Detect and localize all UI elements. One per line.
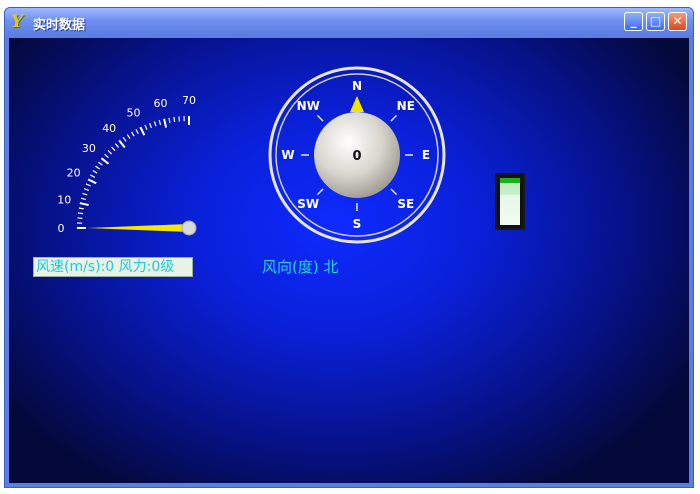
gauge-minor-tick (85, 183, 91, 187)
gauge-tick-label: 0 (58, 222, 65, 235)
gauge-minor-tick (104, 153, 109, 159)
compass-direction-label: W (281, 148, 294, 162)
gauge-minor-tick (78, 207, 84, 210)
gauge-minor-tick (122, 137, 127, 142)
gauge-minor-tick (90, 174, 96, 178)
app-window: Y 实时数据 _ □ ✕ 0 10 20 30 40 50 60 70 N NE… (4, 7, 694, 488)
compass-pointer (350, 96, 364, 112)
gauge-major-tick (79, 202, 89, 207)
wind-direction-compass: N NE E SE S SW W NW 0 (268, 66, 446, 244)
close-button[interactable]: ✕ (668, 12, 687, 31)
compass-tick (316, 188, 324, 196)
gauge-tick-label: 20 (67, 166, 81, 179)
gauge-tick-label: 60 (154, 97, 168, 110)
gauge-minor-tick (126, 134, 131, 140)
gauge-major-tick (118, 139, 126, 149)
gauge-minor-tick (98, 161, 103, 166)
wind-speed-gauge: 0102030405060 70 (57, 94, 197, 236)
title-bar[interactable]: Y 实时数据 _ □ ✕ (5, 8, 693, 36)
compass-tick (390, 188, 398, 196)
compass-direction-label: N (352, 79, 362, 93)
gauge-minor-tick (153, 121, 157, 127)
gauge-minor-tick (131, 131, 135, 137)
compass-direction-label: S (353, 217, 362, 231)
gauge-minor-tick (77, 212, 84, 215)
gauge-major-tick (87, 178, 97, 185)
gauge-major-tick (100, 157, 110, 165)
gauge-minor-tick (135, 129, 139, 135)
gauge-tick-label: 40 (102, 122, 116, 135)
minimize-icon: _ (630, 14, 637, 28)
gauge-minor-tick (95, 165, 101, 170)
maximize-icon: □ (649, 14, 662, 28)
compass-direction-label: E (422, 148, 430, 162)
compass-direction-label: SE (397, 197, 414, 211)
minimize-button[interactable]: _ (624, 12, 643, 31)
compass-tick (390, 114, 398, 122)
app-icon: Y (11, 12, 24, 32)
gauge-major-tick (139, 126, 146, 136)
level-indicator-track (500, 178, 520, 225)
data-panel: 0 10 20 30 40 50 60 70 N NE E SE S SW W NW 0 风速(m/ (9, 38, 689, 483)
wind-speed-label: 风速(m/s):0 风力:0级 (33, 257, 193, 277)
gauge-minor-tick (111, 146, 116, 152)
compass-center-value: 0 (352, 149, 361, 164)
compass-direction-label: NW (297, 99, 320, 113)
compass-direction-label: NE (397, 99, 415, 113)
gauge-minor-tick (80, 197, 87, 201)
gauge-tick-label: 50 (126, 107, 140, 120)
maximize-button[interactable]: □ (646, 12, 665, 31)
gauge-tick-label: 70 (182, 94, 196, 107)
gauge-needle-hub (181, 220, 197, 236)
gauge-minor-tick (83, 188, 90, 191)
level-indicator (495, 173, 525, 230)
gauge-minor-tick (144, 124, 148, 130)
gauge-major-tick (163, 118, 168, 128)
compass-tick (316, 114, 324, 122)
gauge-minor-tick (168, 117, 171, 123)
level-indicator-bar (500, 178, 520, 183)
gauge-minor-tick (82, 192, 88, 196)
gauge-tick-label: 30 (82, 142, 96, 155)
gauge-minor-tick (92, 170, 98, 174)
compass-direction-label: SW (297, 197, 319, 211)
close-icon: ✕ (672, 14, 683, 28)
gauge-minor-tick (158, 119, 162, 126)
wind-direction-label: 风向(度) 北 (262, 258, 339, 276)
gauge-minor-tick (173, 116, 176, 123)
gauge-needle (87, 224, 189, 232)
gauge-minor-tick (107, 150, 113, 155)
gauge-minor-tick (149, 122, 152, 129)
gauge-minor-tick (114, 143, 120, 148)
window-title: 实时数据 (33, 18, 86, 33)
gauge-tick-label: 10 (57, 194, 71, 207)
